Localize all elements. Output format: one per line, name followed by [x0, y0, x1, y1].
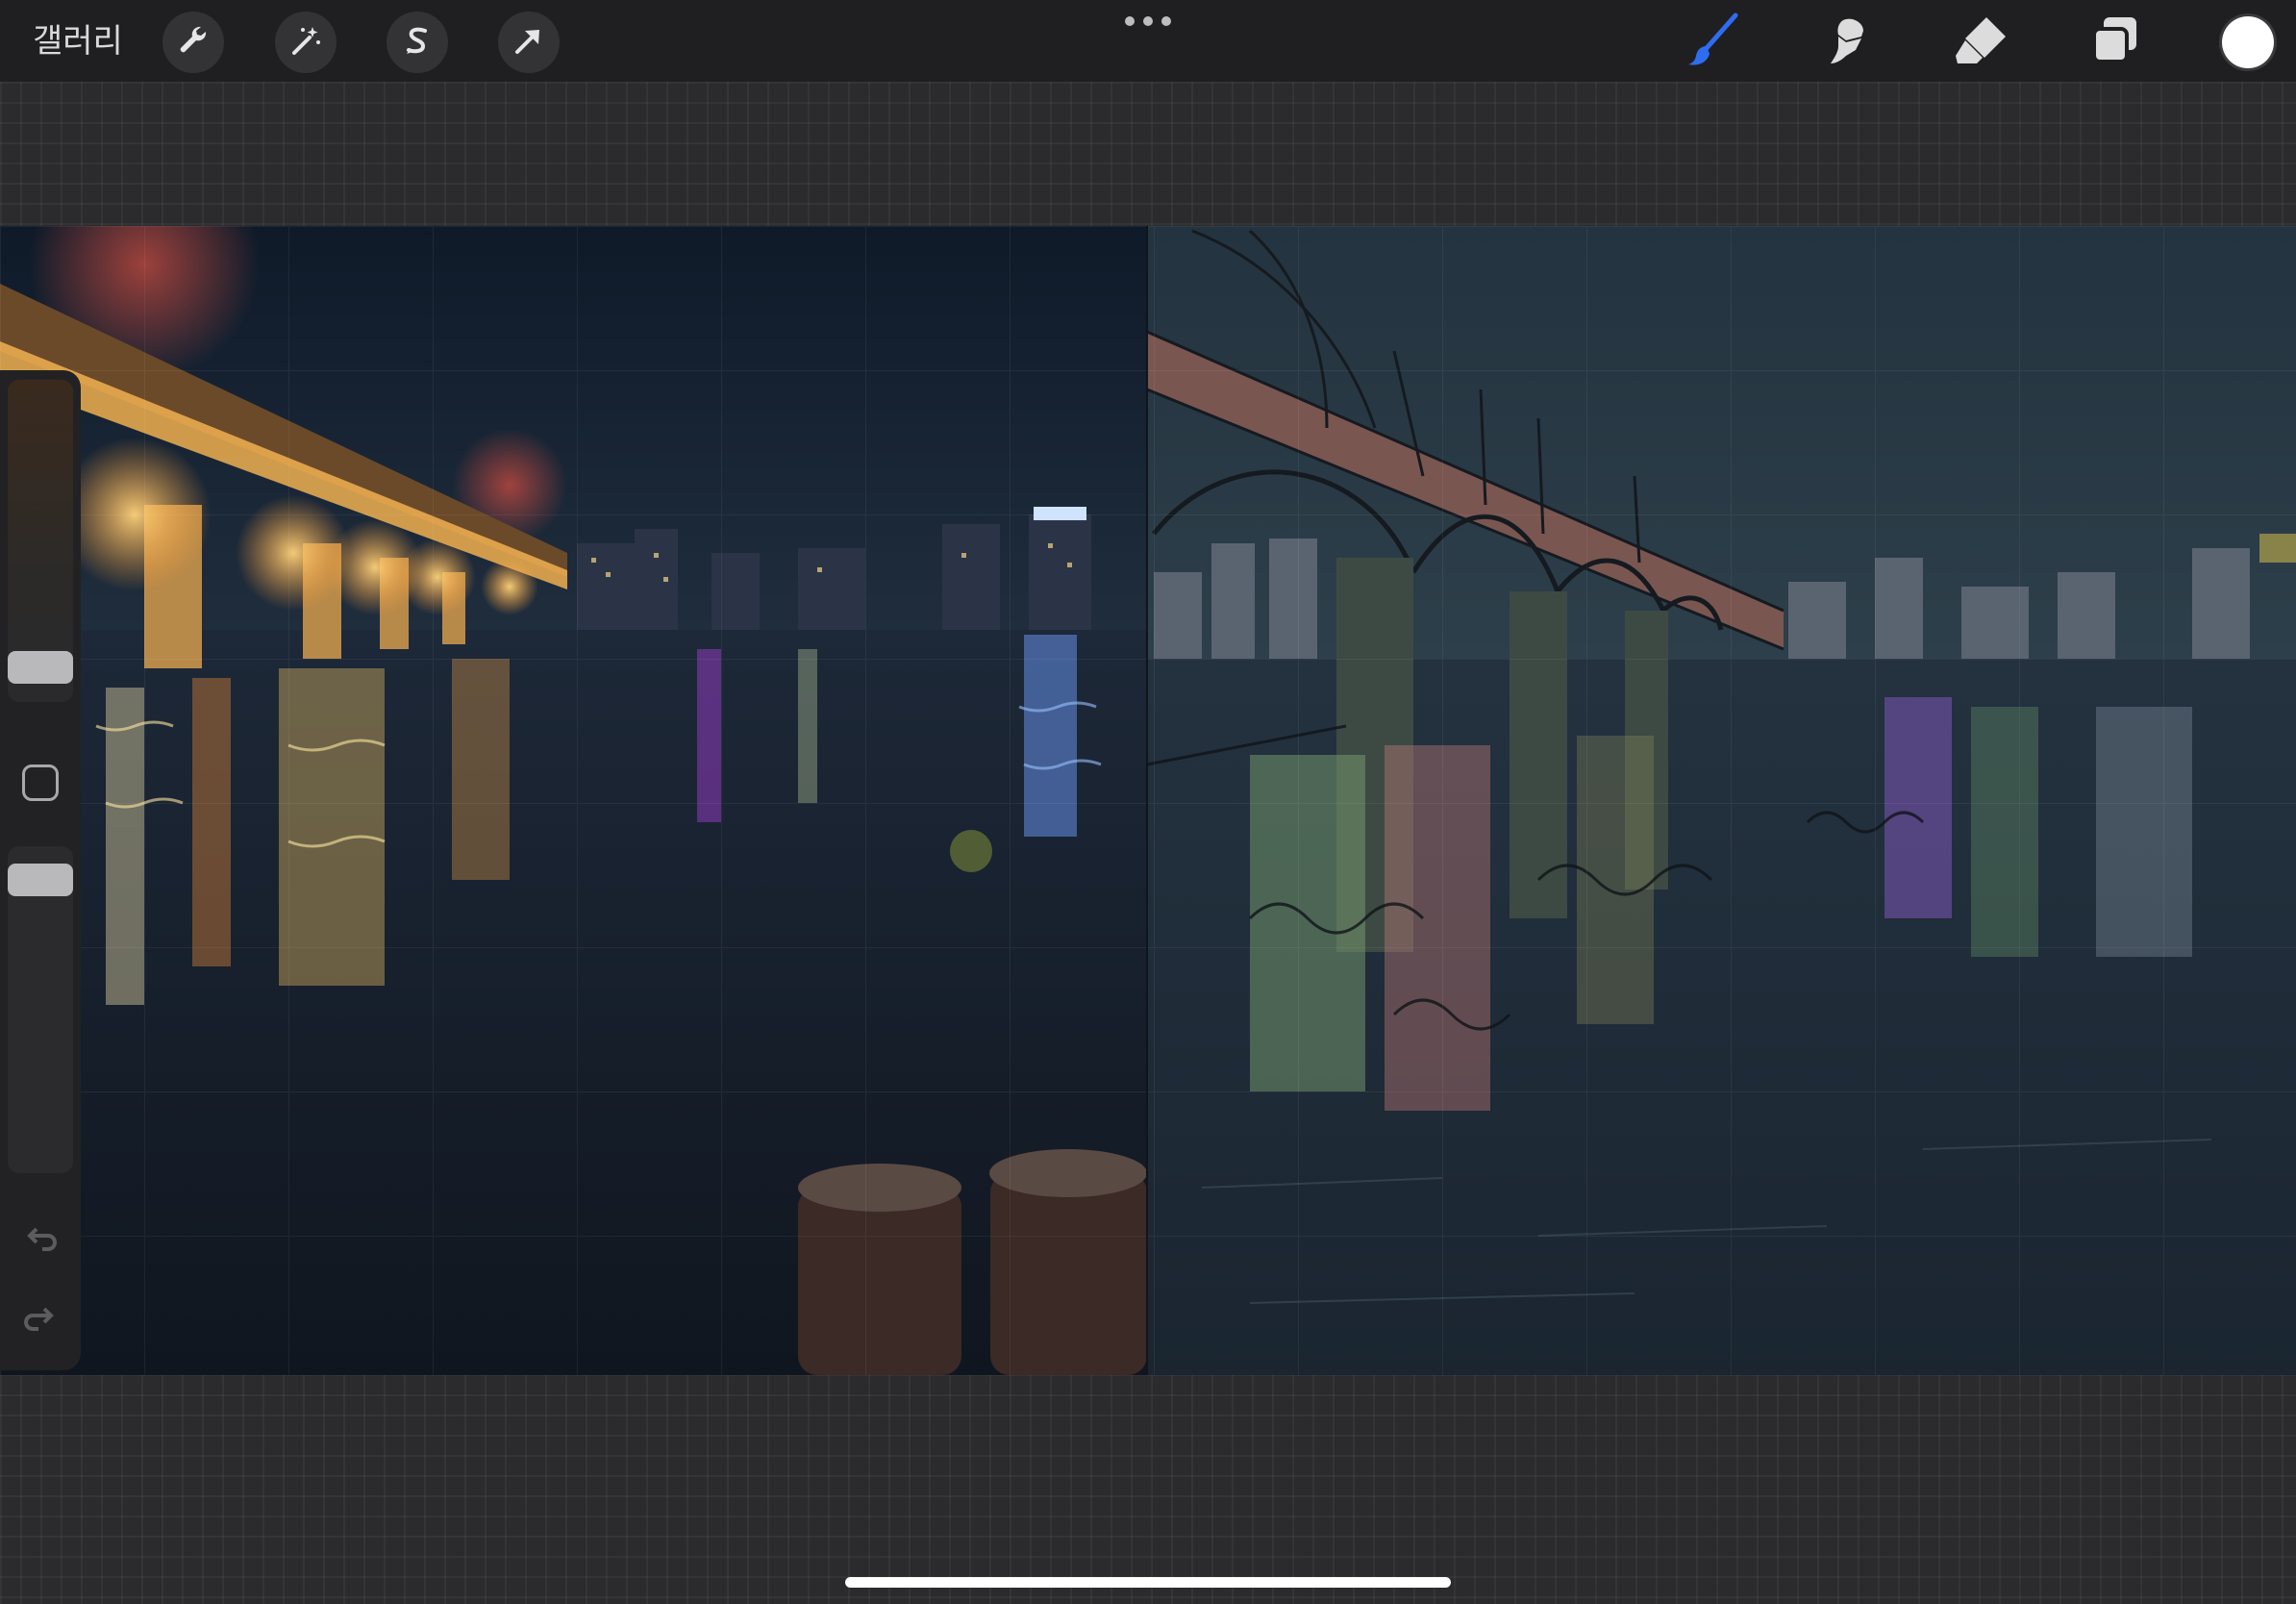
adjustments-button[interactable] [275, 12, 337, 73]
brush-tool-button[interactable] [1682, 12, 1743, 73]
modifier-square-icon[interactable] [22, 764, 59, 801]
eraser-icon [1952, 12, 2009, 74]
selection-button[interactable] [387, 12, 448, 73]
more-options-icon[interactable] [1125, 13, 1171, 29]
selection-s-icon [398, 21, 437, 64]
eraser-tool-button[interactable] [1950, 12, 2011, 73]
transform-button[interactable] [498, 12, 560, 73]
gallery-button[interactable]: 갤러리 [33, 19, 123, 63]
opacity-handle[interactable] [8, 864, 73, 896]
brush-size-handle[interactable] [8, 651, 73, 684]
undo-button[interactable] [17, 1216, 63, 1263]
home-indicator [845, 1577, 1451, 1588]
transform-arrow-icon [510, 21, 548, 64]
undo-icon [21, 1218, 60, 1262]
magic-wand-icon [287, 21, 325, 64]
drawing-canvas[interactable] [0, 226, 2296, 1375]
smudge-tool-button[interactable] [1815, 12, 1877, 73]
color-picker-button[interactable] [2222, 16, 2274, 68]
left-sidebar [0, 370, 81, 1370]
actions-button[interactable] [162, 12, 224, 73]
layers-tool-button[interactable] [2084, 12, 2146, 73]
wrench-icon [174, 21, 212, 64]
top-toolbar: 갤러리 [0, 0, 2296, 82]
redo-button[interactable] [17, 1296, 63, 1342]
brush-icon [1684, 12, 1741, 74]
smudge-icon [1817, 12, 1875, 74]
redo-icon [21, 1298, 60, 1341]
layers-icon [2086, 12, 2144, 74]
